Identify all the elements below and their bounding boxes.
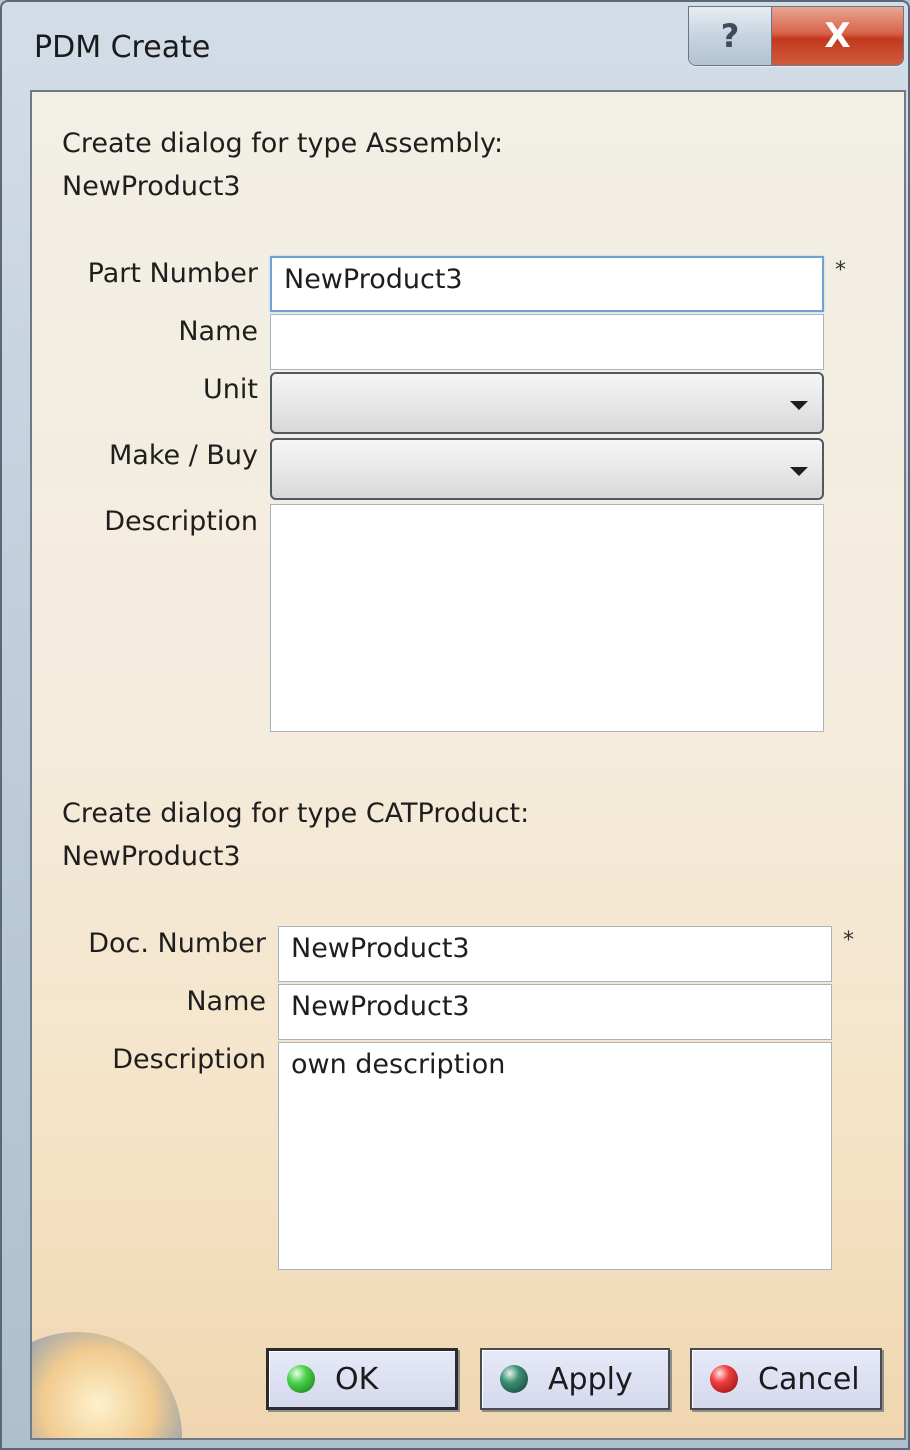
part-number-label: Part Number [87,258,258,289]
catproduct-name-field[interactable]: NewProduct3 [278,984,832,1040]
catproduct-heading: Create dialog for type CATProduct: NewPr… [62,792,529,878]
assembly-description-field[interactable] [270,504,824,732]
dialog-body: Create dialog for type Assembly: NewProd… [30,90,906,1440]
help-icon: ? [720,17,740,55]
assembly-description-label: Description [104,506,258,537]
doc-number-required-mark: * [843,928,854,953]
assembly-heading-type: Create dialog for type Assembly: [62,128,504,159]
make-buy-label: Make / Buy [108,440,258,471]
catproduct-description-label: Description [112,1044,266,1075]
assembly-heading: Create dialog for type Assembly: NewProd… [62,122,503,208]
doc-number-label: Doc. Number [88,928,266,959]
ok-button[interactable]: OK [266,1348,458,1410]
close-button[interactable]: X [772,7,903,65]
doc-number-field[interactable]: NewProduct3 [278,926,832,982]
cancel-icon [710,1365,738,1393]
title-bar[interactable]: PDM Create ? X [2,2,908,86]
help-button[interactable]: ? [689,7,772,65]
chevron-down-icon [790,467,808,476]
window-title: PDM Create [34,30,211,65]
ok-icon [287,1365,315,1393]
unit-label: Unit [203,374,258,405]
catproduct-name-label: Name [186,986,266,1017]
catproduct-heading-type: Create dialog for type CATProduct: [62,798,530,829]
cancel-button-label: Cancel [758,1361,860,1397]
make-buy-dropdown[interactable] [270,438,824,500]
part-number-required-mark: * [835,258,846,283]
part-number-field[interactable]: NewProduct3 [270,256,824,312]
pdm-create-dialog: PDM Create ? X Create dialog for type As… [0,0,910,1450]
catproduct-description-field[interactable]: own description [278,1042,832,1270]
chevron-down-icon [790,401,808,410]
unit-dropdown[interactable] [270,372,824,434]
close-icon: X [824,16,851,56]
apply-button-label: Apply [548,1361,633,1397]
assembly-name-field[interactable] [270,314,824,370]
window-controls: ? X [688,6,904,66]
catproduct-heading-name: NewProduct3 [62,841,241,872]
apply-icon [500,1365,528,1393]
ok-button-label: OK [335,1361,379,1397]
assembly-heading-name: NewProduct3 [62,171,241,202]
cancel-button[interactable]: Cancel [690,1348,882,1410]
apply-button[interactable]: Apply [480,1348,670,1410]
assembly-name-label: Name [178,316,258,347]
